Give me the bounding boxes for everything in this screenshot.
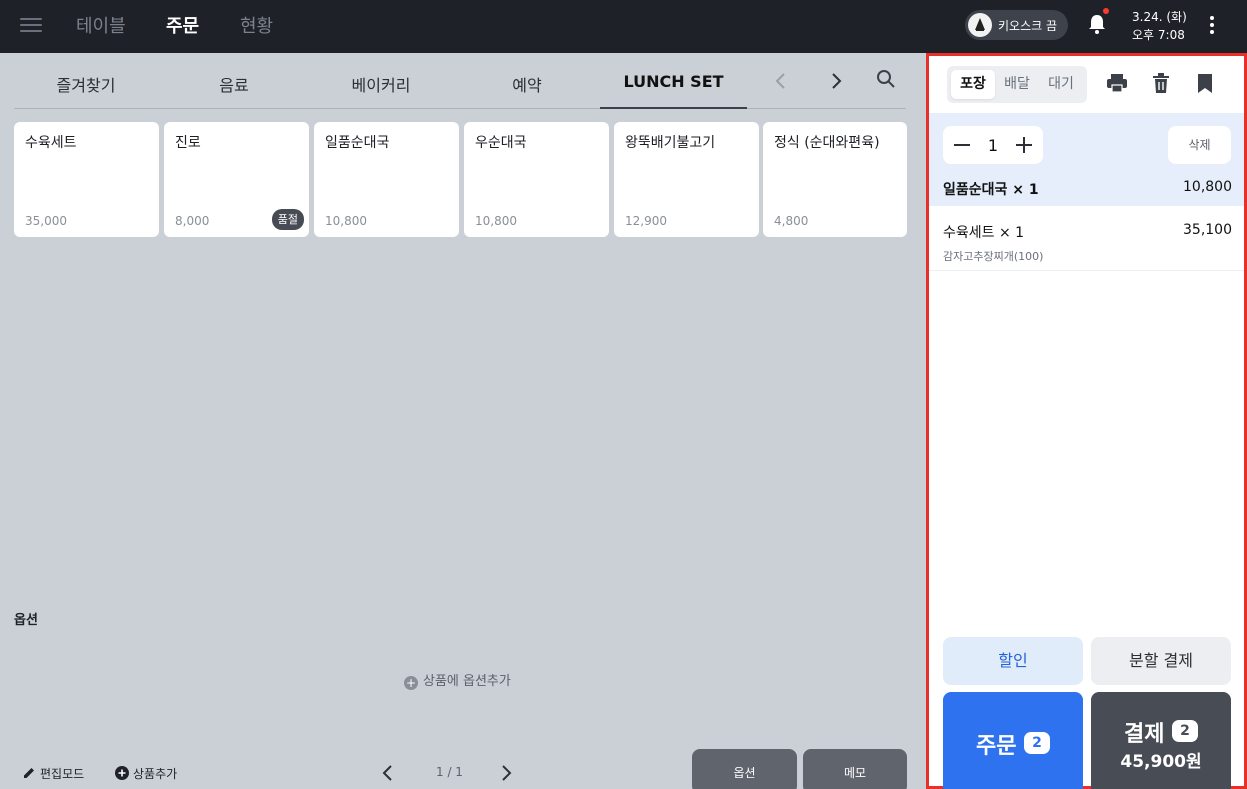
product-price: 12,900 xyxy=(625,214,667,228)
top-bar: 테이블 주문 현황 키오스크 끔 3.24. (화) 오후 7:08 xyxy=(0,0,1247,53)
edit-mode-label: 편집모드 xyxy=(40,767,85,781)
order-item-price: 10,800 xyxy=(1183,179,1232,195)
selected-order-item[interactable]: 1 삭제 일품순대국 × 1 10,800 xyxy=(929,113,1244,206)
pay-amount: 45,900원 xyxy=(1120,752,1202,772)
delete-item-button[interactable]: 삭제 xyxy=(1168,126,1231,164)
pencil-icon xyxy=(22,766,36,780)
product-card[interactable]: 우순대국 10,800 xyxy=(464,122,609,237)
notification-dot xyxy=(1103,8,1109,14)
order-panel: 포장 배달 대기 1 삭제 일품순대국 × 1 10,800 수육세트 × 1 … xyxy=(926,53,1247,789)
plus-circle-icon xyxy=(115,766,129,780)
order-item-price: 35,100 xyxy=(1183,222,1232,238)
product-card[interactable]: 진로 8,000 품절 xyxy=(164,122,309,237)
active-tab-indicator xyxy=(600,107,747,109)
page-next-icon[interactable] xyxy=(498,763,514,783)
add-option-button[interactable]: + 상품에 옵션추가 xyxy=(404,670,511,690)
product-name: 정식 (순대와편육) xyxy=(774,135,880,151)
product-price: 10,800 xyxy=(475,214,517,228)
plus-circle-icon: + xyxy=(404,676,418,690)
category-reservation[interactable]: 예약 xyxy=(477,72,577,96)
chevron-left-icon[interactable] xyxy=(772,71,790,91)
product-name: 우순대국 xyxy=(475,135,527,151)
date-text: 3.24. (화) xyxy=(1132,10,1187,24)
option-button[interactable]: 옵션 xyxy=(692,749,797,789)
bell-icon[interactable] xyxy=(1085,8,1109,36)
datetime: 3.24. (화) 오후 7:08 xyxy=(1132,8,1187,44)
kiosk-toggle[interactable]: 키오스크 끔 xyxy=(965,10,1068,40)
discount-button[interactable]: 할인 xyxy=(943,637,1083,685)
kiosk-label: 키오스크 끔 xyxy=(998,19,1058,33)
kiosk-icon xyxy=(968,13,992,37)
time-text: 오후 7:08 xyxy=(1132,28,1185,42)
product-name: 왕뚝배기불고기 xyxy=(625,135,716,151)
order-item-name[interactable]: 수육세트 × 1 xyxy=(943,222,1024,242)
order-count-badge: 2 xyxy=(1024,732,1050,754)
category-drinks[interactable]: 음료 xyxy=(184,72,284,96)
product-price: 8,000 xyxy=(175,214,210,228)
order-item-option: 감자고추장찌개(100) xyxy=(943,250,1044,263)
divider xyxy=(929,270,1244,271)
chevron-right-icon[interactable] xyxy=(827,71,845,91)
product-card[interactable]: 일품순대국 10,800 xyxy=(314,122,459,237)
product-price: 10,800 xyxy=(325,214,367,228)
product-card[interactable]: 수육세트 35,000 xyxy=(14,122,159,237)
product-card[interactable]: 정식 (순대와편육) 4,800 xyxy=(763,122,907,237)
product-card[interactable]: 왕뚝배기불고기 12,900 xyxy=(614,122,759,237)
minus-icon[interactable] xyxy=(943,126,981,164)
order-label: 주문 xyxy=(976,734,1017,759)
trash-icon[interactable] xyxy=(1149,71,1173,95)
category-bakery[interactable]: 베이커리 xyxy=(331,72,431,96)
options-title: 옵션 xyxy=(14,613,38,628)
split-payment-button[interactable]: 분할 결제 xyxy=(1091,637,1231,685)
page-indicator: 1 / 1 xyxy=(436,765,463,779)
product-name: 수육세트 xyxy=(25,135,77,151)
add-product-button[interactable]: 상품추가 xyxy=(115,765,177,782)
order-item-name: 일품순대국 × 1 xyxy=(943,182,1039,198)
nav-tab-status[interactable]: 현황 xyxy=(240,12,273,38)
bookmark-icon[interactable] xyxy=(1193,71,1217,95)
order-button[interactable]: 주문 2 xyxy=(943,692,1083,789)
pay-label: 결제 xyxy=(1124,722,1165,747)
sold-out-badge: 품절 xyxy=(271,209,304,230)
quantity-stepper: 1 xyxy=(943,126,1043,164)
order-type-segment: 포장 배달 대기 xyxy=(947,66,1087,103)
category-favorites[interactable]: 즐겨찾기 xyxy=(36,72,136,96)
order-type-delivery[interactable]: 배달 xyxy=(995,70,1039,99)
category-tabs: 즐겨찾기 음료 베이커리 예약 LUNCH SET xyxy=(14,53,906,109)
nav-tab-table[interactable]: 테이블 xyxy=(76,12,126,38)
order-type-takeout[interactable]: 포장 xyxy=(951,70,995,99)
product-price: 4,800 xyxy=(774,214,809,228)
page-prev-icon[interactable] xyxy=(380,763,396,783)
add-product-label: 상품추가 xyxy=(133,767,178,781)
product-price: 35,000 xyxy=(25,214,67,228)
printer-icon[interactable] xyxy=(1105,71,1129,95)
product-name: 일품순대국 xyxy=(325,135,390,151)
category-lunch-set[interactable]: LUNCH SET xyxy=(600,72,747,91)
memo-button[interactable]: 메모 xyxy=(803,749,907,789)
more-icon[interactable] xyxy=(1207,14,1217,36)
menu-icon[interactable] xyxy=(20,14,42,36)
add-option-label: 상품에 옵션추가 xyxy=(423,674,511,689)
search-icon[interactable] xyxy=(876,69,896,89)
pay-button[interactable]: 결제 2 45,900원 xyxy=(1091,692,1231,789)
nav-tab-order[interactable]: 주문 xyxy=(166,12,199,38)
quantity-value: 1 xyxy=(987,136,999,155)
edit-mode-button[interactable]: 편집모드 xyxy=(22,765,84,782)
plus-icon[interactable] xyxy=(1005,126,1043,164)
order-type-waiting[interactable]: 대기 xyxy=(1039,70,1083,99)
pay-count-badge: 2 xyxy=(1172,720,1198,742)
product-name: 진로 xyxy=(175,135,201,151)
